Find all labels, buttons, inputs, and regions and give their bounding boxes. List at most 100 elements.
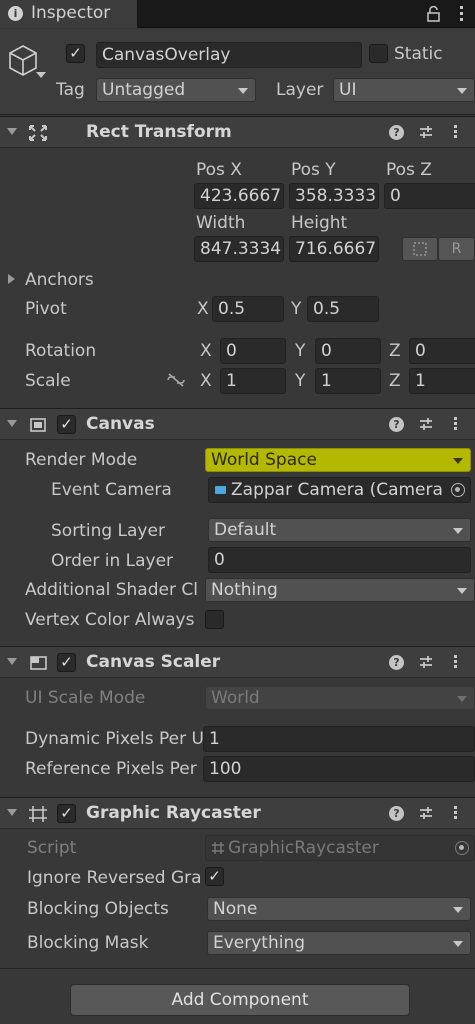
- pivot-x-axis: X: [197, 299, 209, 319]
- rot-x-field[interactable]: 0: [220, 338, 286, 364]
- constrain-proportions-icon[interactable]: [165, 372, 187, 388]
- blocking-mask-label: Blocking Mask: [27, 933, 149, 953]
- script-field: GraphicRaycaster: [205, 835, 475, 861]
- object-picker-icon: [455, 841, 469, 855]
- canvas-header[interactable]: ✓ Canvas ?: [0, 408, 475, 440]
- preset-sliders-icon[interactable]: [418, 123, 434, 141]
- vertex-color-label: Vertex Color Always: [25, 610, 195, 630]
- scale-z-field[interactable]: 1: [409, 368, 475, 394]
- fold-arrow-icon[interactable]: [7, 809, 17, 816]
- kebab-menu-icon[interactable]: [447, 123, 463, 141]
- height-field[interactable]: 716.6667: [289, 236, 379, 262]
- pos-z-field[interactable]: 0: [384, 183, 475, 209]
- canvas-enabled-checkbox[interactable]: ✓: [57, 415, 76, 434]
- tag-label: Tag: [56, 80, 85, 100]
- blueprint-mode-button[interactable]: [402, 237, 438, 261]
- dynamic-pixels-field[interactable]: 1: [203, 726, 475, 752]
- anchors-fold-icon[interactable]: [8, 274, 15, 284]
- chevron-down-icon: [453, 941, 463, 947]
- order-in-layer-label: Order in Layer: [51, 551, 174, 571]
- static-label: Static: [394, 44, 443, 64]
- chevron-down-icon: [453, 528, 463, 534]
- blocking-mask-dropdown[interactable]: Everything: [207, 931, 471, 955]
- preset-sliders-icon[interactable]: [418, 653, 434, 671]
- add-component-button[interactable]: Add Component: [70, 984, 410, 1016]
- rotation-label: Rotation: [25, 341, 97, 361]
- chevron-down-icon: [457, 588, 467, 594]
- tab-inspector[interactable]: i Inspector: [0, 0, 138, 28]
- vertex-color-checkbox[interactable]: [205, 610, 224, 629]
- help-icon[interactable]: ?: [389, 806, 404, 821]
- blocking-objects-dropdown[interactable]: None: [207, 897, 471, 921]
- help-icon[interactable]: ?: [389, 417, 404, 432]
- fold-arrow-icon[interactable]: [7, 128, 17, 135]
- reference-pixels-field[interactable]: 100: [203, 756, 475, 782]
- preset-sliders-icon[interactable]: [418, 415, 434, 433]
- fold-arrow-icon[interactable]: [7, 658, 17, 665]
- pos-x-label: Pos X: [196, 160, 242, 180]
- divider: [0, 968, 475, 969]
- render-mode-value: World Space: [211, 450, 317, 470]
- chevron-down-icon: [457, 696, 467, 702]
- kebab-menu-icon[interactable]: [447, 804, 463, 822]
- sorting-layer-dropdown[interactable]: Default: [208, 518, 471, 542]
- ui-scale-mode-label: UI Scale Mode: [25, 688, 146, 708]
- static-checkbox[interactable]: [369, 44, 388, 63]
- canvas-scaler-icon: [30, 656, 47, 670]
- pos-y-field[interactable]: 358.3333: [289, 183, 379, 209]
- rot-y-axis: Y: [295, 341, 306, 361]
- script-label: Script: [27, 838, 77, 858]
- rot-z-field[interactable]: 0: [409, 338, 475, 364]
- additional-shader-dropdown[interactable]: Nothing: [205, 578, 475, 602]
- blueprint-icon: [413, 242, 427, 256]
- section-title: Graphic Raycaster: [86, 803, 261, 823]
- ignore-reversed-checkbox[interactable]: ✓: [205, 867, 224, 886]
- kebab-menu-icon[interactable]: [447, 653, 463, 671]
- gameobject-cube-icon[interactable]: [8, 44, 38, 78]
- ui-scale-mode-dropdown: World: [205, 686, 475, 710]
- dynamic-pixels-label: Dynamic Pixels Per U: [25, 729, 203, 749]
- layer-dropdown[interactable]: UI: [333, 78, 475, 102]
- chevron-down-icon[interactable]: [36, 72, 46, 78]
- event-camera-label: Event Camera: [51, 480, 172, 500]
- graphic-raycaster-enabled-checkbox[interactable]: ✓: [57, 804, 76, 823]
- object-name-field[interactable]: CanvasOverlay: [96, 42, 362, 68]
- chevron-down-icon: [453, 458, 463, 464]
- object-picker-icon[interactable]: [451, 483, 465, 497]
- fold-arrow-icon[interactable]: [7, 420, 17, 427]
- pos-z-label: Pos Z: [386, 160, 432, 180]
- preset-sliders-icon[interactable]: [418, 804, 434, 822]
- scale-y-axis: Y: [295, 371, 306, 391]
- pivot-y-field[interactable]: 0.5: [307, 296, 379, 322]
- help-icon[interactable]: ?: [389, 125, 404, 140]
- raw-edit-button[interactable]: R: [438, 237, 475, 261]
- scale-y-field[interactable]: 1: [315, 368, 381, 394]
- graphic-raycaster-header[interactable]: ✓ Graphic Raycaster ?: [0, 797, 475, 829]
- pivot-x-field[interactable]: 0.5: [212, 296, 284, 322]
- canvas-icon: [30, 418, 46, 432]
- lock-icon[interactable]: [426, 6, 442, 22]
- rot-z-axis: Z: [389, 341, 401, 361]
- additional-shader-value: Nothing: [211, 580, 278, 600]
- help-icon[interactable]: ?: [389, 655, 404, 670]
- rect-transform-header[interactable]: Rect Transform ?: [0, 116, 475, 148]
- script-icon: [212, 842, 224, 854]
- tag-dropdown[interactable]: Untagged: [96, 78, 256, 102]
- order-in-layer-field[interactable]: 0: [208, 547, 471, 573]
- scale-x-field[interactable]: 1: [220, 368, 286, 394]
- pos-x-field[interactable]: 423.6667: [194, 183, 284, 209]
- canvas-scaler-header[interactable]: ✓ Canvas Scaler ?: [0, 646, 475, 678]
- pivot-y-axis: Y: [291, 299, 302, 319]
- tab-menu-icon[interactable]: [454, 6, 468, 22]
- event-camera-field[interactable]: Zappar Camera (Camera: [208, 477, 471, 503]
- active-checkbox[interactable]: ✓: [66, 44, 85, 63]
- tag-value: Untagged: [102, 80, 186, 100]
- render-mode-dropdown[interactable]: World Space: [205, 448, 471, 472]
- anchors-label[interactable]: Anchors: [25, 270, 94, 290]
- pivot-label: Pivot: [25, 299, 67, 319]
- kebab-menu-icon[interactable]: [447, 415, 463, 433]
- rot-y-field[interactable]: 0: [315, 338, 381, 364]
- width-field[interactable]: 847.3334: [194, 236, 284, 262]
- canvas-scaler-enabled-checkbox[interactable]: ✓: [57, 653, 76, 672]
- sorting-layer-value: Default: [214, 520, 277, 540]
